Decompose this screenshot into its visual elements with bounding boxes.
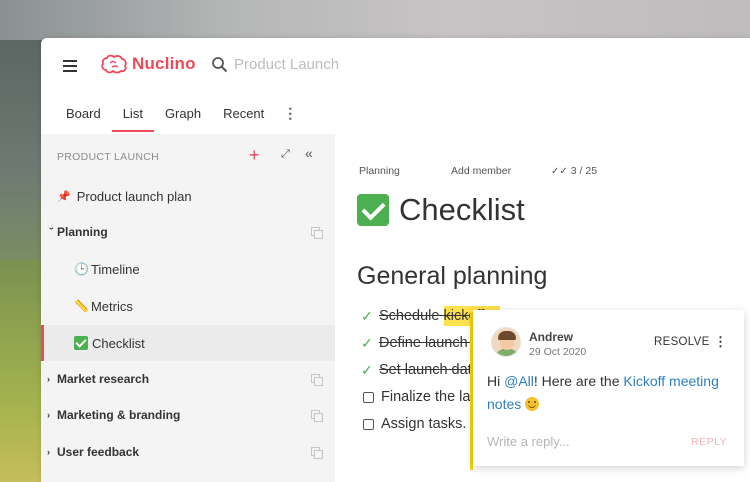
task-item[interactable]: ✓ Set launch date. (361, 357, 484, 383)
checkbox[interactable] (363, 391, 374, 403)
clock-icon: 🕒 (74, 262, 89, 276)
checkmark-icon[interactable]: ✓ (361, 335, 379, 352)
sidebar-item-marketing-branding[interactable]: › Marketing & branding (41, 397, 335, 433)
brain-logo-icon (101, 54, 127, 74)
sidebar-item-product-launch-plan[interactable]: 📌 Product launch plan (41, 178, 335, 214)
checkmark-icon[interactable]: ✓ (361, 362, 379, 379)
copy-icon[interactable] (311, 447, 323, 459)
logo[interactable]: Nuclino (101, 54, 196, 74)
comment-popup: Andrew 29 Oct 2020 RESOLVE ⋮ Hi @All! He… (473, 310, 744, 466)
comment-more-icon[interactable]: ⋮ (714, 334, 727, 350)
sidebar-item-label: Marketing & branding (57, 408, 181, 422)
sidebar-item-user-feedback[interactable]: › User feedback (41, 434, 335, 470)
comment-author: Andrew (529, 330, 574, 344)
sidebar-item-label: Product launch plan (76, 188, 192, 204)
add-item-icon[interactable]: + (249, 145, 260, 166)
sidebar-item-planning[interactable]: › Planning (41, 214, 335, 250)
pin-icon: 📌 (57, 190, 71, 203)
document-meta: Planning Add member ✓✓ 3 / 25 (359, 165, 597, 177)
reply-input[interactable] (487, 434, 647, 449)
search-bar[interactable] (211, 56, 434, 73)
caret-down-icon[interactable]: › (47, 227, 57, 237)
background-sky (0, 0, 750, 40)
check-icon (74, 336, 88, 350)
caret-right-icon[interactable]: › (47, 410, 57, 420)
sidebar-item-metrics[interactable]: 📏 Metrics (41, 288, 335, 324)
collapse-sidebar-icon[interactable]: « (305, 145, 313, 161)
cluster-link[interactable]: Planning (359, 165, 451, 177)
search-icon (212, 57, 228, 73)
add-member-button[interactable]: Add member (451, 165, 551, 177)
top-bar: Nuclino (41, 38, 750, 96)
sidebar-item-label: User feedback (57, 445, 140, 459)
sidebar: PRODUCT LAUNCH + ⤢ « 📌 Product launch pl… (41, 134, 335, 482)
ruler-icon: 📏 (74, 299, 89, 313)
comment-date: 29 Oct 2020 (529, 346, 587, 358)
check-emoji-icon (357, 194, 389, 226)
workspace-title: PRODUCT LAUNCH (57, 151, 160, 163)
copy-icon[interactable] (311, 410, 323, 422)
tabs-more-icon[interactable]: ⋮ (275, 96, 305, 132)
task-progress: ✓✓ 3 / 25 (551, 165, 597, 177)
checkbox[interactable] (363, 418, 374, 430)
checkmark-icon[interactable]: ✓ (361, 308, 379, 325)
resolve-button[interactable]: RESOLVE (654, 336, 710, 348)
caret-right-icon[interactable]: › (47, 447, 57, 457)
view-tabs: Board List Graph Recent ⋮ (55, 96, 305, 132)
page-title[interactable]: Checklist (357, 192, 525, 228)
copy-icon[interactable] (311, 374, 323, 386)
smiley-icon (525, 397, 540, 411)
sidebar-item-market-research[interactable]: › Market research (41, 361, 335, 397)
sidebar-header: PRODUCT LAUNCH + ⤢ « (41, 134, 335, 178)
background-cliff (0, 40, 45, 260)
tab-graph[interactable]: Graph (154, 96, 212, 132)
caret-right-icon[interactable]: › (47, 374, 57, 384)
tab-board[interactable]: Board (55, 96, 112, 132)
task-text: Assign tasks. (381, 416, 467, 432)
reply-button[interactable]: REPLY (691, 436, 727, 448)
copy-icon[interactable] (311, 227, 323, 239)
tab-list[interactable]: List (111, 96, 155, 132)
comment-body: Hi @All! Here are the Kickoff meeting no… (487, 373, 719, 412)
sidebar-item-label: Checklist (92, 335, 145, 351)
hamburger-menu-icon[interactable] (63, 60, 77, 72)
mention-link[interactable]: @All (504, 373, 534, 389)
sidebar-item-checklist[interactable]: Checklist (41, 325, 335, 361)
expand-icon[interactable]: ⤢ (281, 148, 290, 161)
tab-recent[interactable]: Recent (212, 96, 275, 132)
task-text: Set launch date. (379, 362, 484, 378)
search-input[interactable] (234, 56, 434, 73)
sidebar-item-label: Market research (57, 372, 150, 386)
task-progress-count: 3 / 25 (570, 165, 598, 177)
avatar[interactable] (491, 327, 521, 357)
sidebar-item-timeline[interactable]: 🕒 Timeline (41, 251, 335, 287)
double-check-icon: ✓✓ (551, 165, 568, 177)
page-title-text: Checklist (399, 192, 525, 227)
sidebar-item-label: Timeline (90, 261, 140, 277)
logo-text: Nuclino (132, 54, 196, 73)
task-item[interactable]: Assign tasks. (361, 411, 466, 437)
sidebar-item-label: Planning (57, 225, 108, 239)
sidebar-item-label: Metrics (90, 298, 133, 314)
section-heading[interactable]: General planning (357, 262, 547, 291)
